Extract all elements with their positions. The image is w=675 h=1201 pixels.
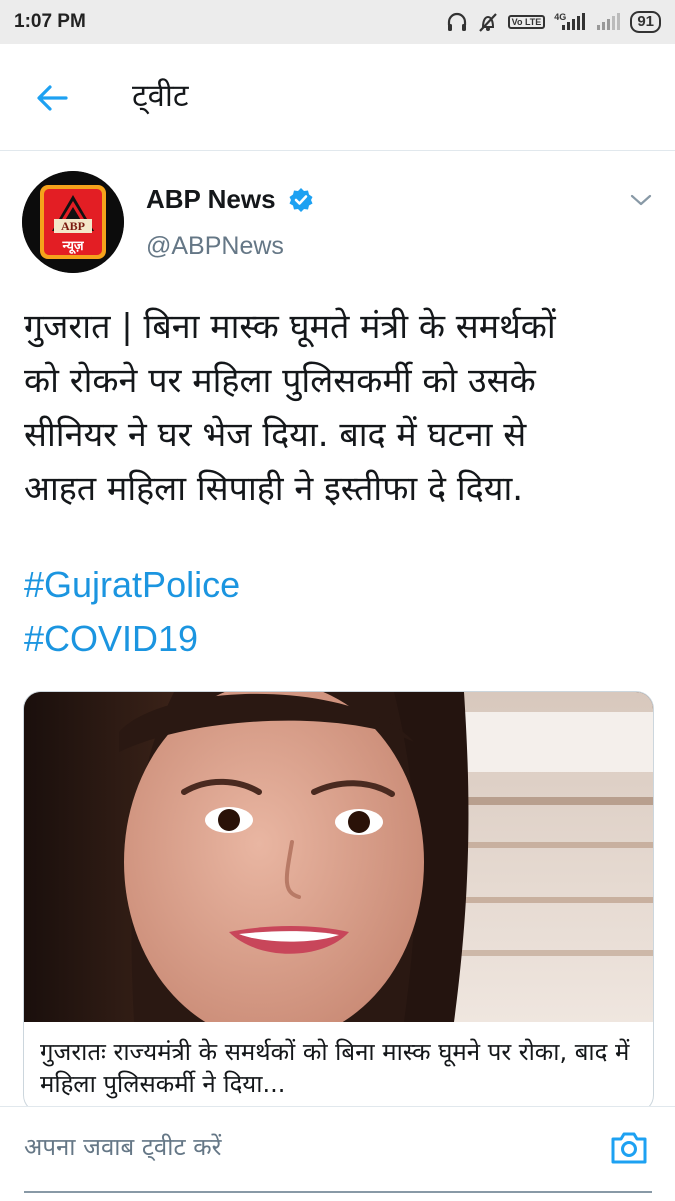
volte-badge: Vo LTE [507,15,546,29]
back-button[interactable] [28,76,76,124]
page-title: ट्वीट [132,78,189,114]
battery-level: 91 [630,11,661,33]
reply-input[interactable] [24,1121,584,1173]
alarm-off-icon [477,11,499,33]
author-handle[interactable]: @ABPNews [146,232,284,261]
status-time: 1:07 PM [14,11,86,32]
input-underline [24,1191,652,1193]
signal-group: 4G [554,12,586,31]
verified-badge-icon [288,187,314,217]
card-image [24,692,653,1022]
arrow-left-icon [35,83,69,117]
tweet-text-line: गुजरात | बिना मास्क घूमते मंत्री के समर्… [24,307,556,347]
hashtag-list: #GujratPolice #COVID19 [24,558,240,666]
app-header: ट्वीट [0,44,675,151]
tweet-text-line: को रोकने पर महिला पुलिसकर्मी को उसके [24,361,536,401]
reply-composer [0,1106,675,1201]
card-title: गुजरातः राज्यमंत्री के समर्थकों को बिना … [40,1038,630,1098]
headphones-icon [446,12,468,32]
tweet-options-button[interactable] [624,188,658,214]
author-name[interactable]: ABP News [146,184,276,215]
network-type-label: 4G [554,12,567,22]
status-bar: 1:07 PM Vo LTE 4G 91 [0,0,675,44]
tweet-text-line: सीनियर ने घर भेज दिया. बाद में घटना से [24,415,527,455]
camera-button[interactable] [604,1127,654,1173]
chevron-down-icon [630,192,652,211]
tweet-text-line: आहत महिला सिपाही ने इस्तीफा दे दिया. [24,469,524,509]
link-preview-card[interactable]: गुजरातः राज्यमंत्री के समर्थकों को बिना … [23,691,654,1113]
tweet-text: गुजरात | बिना मास्क घूमते मंत्री के समर्… [24,300,654,516]
status-icons: Vo LTE 4G 91 [446,11,661,33]
logo-text-top: ABP [61,219,85,233]
logo-text-bottom: न्यूज़ [61,239,84,254]
hashtag-link[interactable]: #COVID19 [24,612,240,666]
camera-icon [609,1130,649,1170]
avatar[interactable]: ABP न्यूज़ [22,171,124,273]
signal-strength-secondary-icon [595,13,621,31]
abp-news-logo: ABP न्यूज़ [22,171,124,273]
hashtag-link[interactable]: #GujratPolice [24,558,240,612]
